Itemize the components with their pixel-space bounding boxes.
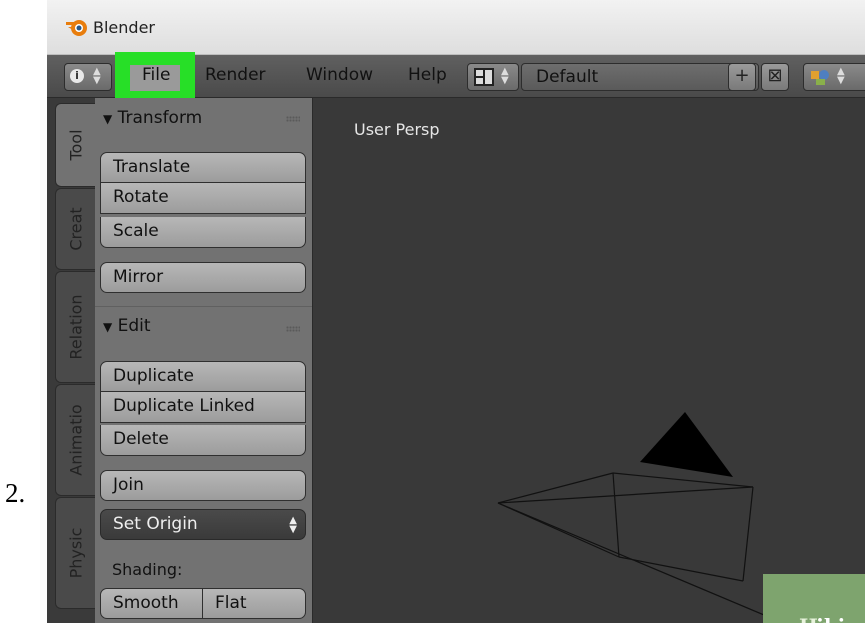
shading-label: Shading:: [112, 560, 183, 579]
blender-logo-icon: [66, 20, 87, 36]
delete-button[interactable]: Delete: [100, 425, 306, 456]
transform-header[interactable]: ▼ Transform: [103, 108, 202, 128]
transform-header-label: Transform: [117, 108, 203, 128]
edit-header[interactable]: ▼ Edit: [103, 316, 151, 336]
camera-object[interactable]: [313, 98, 865, 623]
plus-icon: +: [734, 65, 750, 86]
tool-panel: ▼ Transform Translate Rotate Scale Mirro…: [95, 98, 313, 623]
tab-relations-label: Relation: [66, 294, 86, 360]
tab-physics-label: Physic: [66, 527, 86, 579]
window-title: Blender: [93, 18, 155, 37]
scale-button[interactable]: Scale: [100, 217, 306, 248]
mirror-button[interactable]: Mirror: [100, 262, 306, 293]
set-origin-label: Set Origin: [113, 514, 198, 534]
menu-file[interactable]: File: [142, 65, 170, 85]
join-button[interactable]: Join: [100, 470, 306, 501]
camera-up-triangle: [640, 412, 733, 477]
tab-create-label: Creat: [66, 207, 86, 251]
tab-physics[interactable]: Physic: [55, 497, 96, 609]
info-icon: i: [70, 69, 84, 83]
screen-layout-button[interactable]: ▲ ▼: [467, 63, 519, 91]
layout-name-field[interactable]: Default: [521, 63, 759, 91]
remove-layout-button[interactable]: ⊠: [761, 63, 789, 91]
x-icon: ⊠: [767, 65, 783, 86]
layout-icon: [474, 68, 494, 86]
menu-window[interactable]: Window: [306, 65, 373, 85]
duplicate-button[interactable]: Duplicate: [100, 361, 306, 392]
camera-frustum: [497, 472, 784, 623]
title-bar: Blender: [47, 0, 865, 55]
editor-type-button[interactable]: i ▲ ▼: [64, 63, 112, 91]
rotate-button[interactable]: Rotate: [100, 183, 306, 214]
menu-render[interactable]: Render: [205, 65, 266, 85]
scene-selector-button[interactable]: ▲ ▼: [803, 63, 865, 91]
up-down-arrows-icon: ▲ ▼: [501, 66, 509, 86]
drag-handle-icon[interactable]: [286, 326, 300, 332]
tab-animation[interactable]: Animatio: [55, 384, 96, 496]
scene-icon: [811, 70, 829, 85]
drag-handle-icon[interactable]: [286, 116, 300, 122]
tab-relations[interactable]: Relation: [55, 271, 96, 383]
layout-name: Default: [536, 67, 599, 87]
tab-tool-label: Tool: [66, 129, 86, 161]
tab-animation-label: Animatio: [66, 404, 86, 476]
tab-tool[interactable]: Tool: [55, 103, 96, 187]
smooth-shading-button[interactable]: Smooth: [100, 588, 203, 619]
section-divider: [95, 306, 312, 307]
tool-shelf-tabs: Tool Creat Relation Animatio Physic: [47, 98, 96, 623]
blender-window: Blender i ▲ ▼ File Render Window Help ▲ ▼ …: [47, 0, 865, 623]
up-down-arrows-icon: ▲ ▼: [837, 66, 845, 86]
flat-shading-button[interactable]: Flat: [202, 588, 306, 619]
watermark-suffix: How: [799, 614, 848, 623]
tab-create[interactable]: Creat: [55, 188, 96, 270]
3d-viewport[interactable]: User Persp wikiHow: [313, 98, 865, 623]
translate-button[interactable]: Translate: [100, 152, 306, 183]
menu-bar: i ▲ ▼ File Render Window Help ▲ ▼ Default …: [47, 52, 865, 107]
duplicate-linked-button[interactable]: Duplicate Linked: [100, 392, 306, 423]
collapse-triangle-icon: ▼: [103, 320, 113, 334]
edit-header-label: Edit: [117, 316, 151, 336]
menu-help[interactable]: Help: [408, 65, 447, 85]
up-down-arrows-icon: ▲ ▼: [289, 515, 297, 535]
up-down-arrows-icon: ▲ ▼: [93, 66, 101, 86]
wikihow-watermark: wikiHow: [763, 574, 865, 623]
set-origin-dropdown[interactable]: Set Origin ▲ ▼: [100, 509, 306, 540]
collapse-triangle-icon: ▼: [103, 112, 113, 126]
step-number: 2.: [5, 478, 26, 508]
add-layout-button[interactable]: +: [728, 63, 756, 91]
